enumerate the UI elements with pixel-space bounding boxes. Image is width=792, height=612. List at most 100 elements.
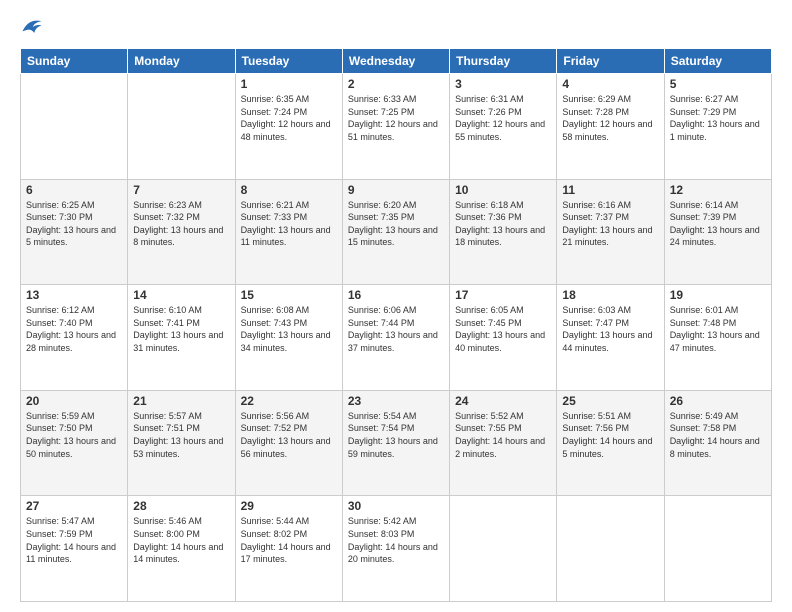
page: SundayMondayTuesdayWednesdayThursdayFrid…	[0, 0, 792, 612]
calendar-cell: 30 Sunrise: 5:42 AM Sunset: 8:03 PM Dayli…	[342, 496, 449, 602]
calendar-cell: 26Sunrise: 5:49 AM Sunset: 7:58 PM Dayli…	[664, 390, 771, 496]
calendar-table: SundayMondayTuesdayWednesdayThursdayFrid…	[20, 48, 772, 602]
day-number: 24	[455, 394, 551, 408]
day-number: 2	[348, 77, 444, 91]
day-info: Sunrise: 5:47 AM Sunset: 7:59 PM Dayligh…	[26, 515, 122, 565]
day-info: Sunrise: 6:20 AM Sunset: 7:35 PM Dayligh…	[348, 199, 444, 249]
col-header-sunday: Sunday	[21, 49, 128, 74]
calendar-cell: 14Sunrise: 6:10 AM Sunset: 7:41 PM Dayli…	[128, 285, 235, 391]
day-number: 11	[562, 183, 658, 197]
calendar-week-0: 1 Sunrise: 6:35 AM Sunset: 7:24 PM Daylig…	[21, 74, 772, 180]
day-number: 12	[670, 183, 766, 197]
day-number: 18	[562, 288, 658, 302]
day-number: 27	[26, 499, 122, 513]
day-number: 13	[26, 288, 122, 302]
calendar-cell: 21 Sunrise: 5:57 AM Sunset: 7:51 PM Dayli…	[128, 390, 235, 496]
header	[20, 16, 772, 38]
day-info: Sunrise: 6:06 AM Sunset: 7:44 PM Dayligh…	[348, 304, 444, 354]
day-number: 10	[455, 183, 551, 197]
logo	[20, 16, 43, 38]
day-info: Sunrise: 6:25 AM Sunset: 7:30 PM Dayligh…	[26, 199, 122, 249]
day-info: Sunrise: 6:21 AM Sunset: 7:33 PM Dayligh…	[241, 199, 337, 249]
calendar-week-2: 13 Sunrise: 6:12 AM Sunset: 7:40 PM Dayli…	[21, 285, 772, 391]
calendar-cell	[557, 496, 664, 602]
day-number: 3	[455, 77, 551, 91]
day-info: Sunrise: 6:14 AM Sunset: 7:39 PM Dayligh…	[670, 199, 766, 249]
day-number: 23	[348, 394, 444, 408]
col-header-wednesday: Wednesday	[342, 49, 449, 74]
day-number: 29	[241, 499, 337, 513]
calendar-cell: 1 Sunrise: 6:35 AM Sunset: 7:24 PM Daylig…	[235, 74, 342, 180]
calendar-cell: 12 Sunrise: 6:14 AM Sunset: 7:39 PM Dayli…	[664, 179, 771, 285]
day-info: Sunrise: 5:59 AM Sunset: 7:50 PM Dayligh…	[26, 410, 122, 460]
day-number: 14	[133, 288, 229, 302]
day-info: Sunrise: 6:31 AM Sunset: 7:26 PM Dayligh…	[455, 93, 551, 143]
calendar-cell: 8 Sunrise: 6:21 AM Sunset: 7:33 PM Daylig…	[235, 179, 342, 285]
day-number: 16	[348, 288, 444, 302]
day-info: Sunrise: 5:56 AM Sunset: 7:52 PM Dayligh…	[241, 410, 337, 460]
day-info: Sunrise: 6:33 AM Sunset: 7:25 PM Dayligh…	[348, 93, 444, 143]
day-info: Sunrise: 6:01 AM Sunset: 7:48 PM Dayligh…	[670, 304, 766, 354]
day-info: Sunrise: 6:35 AM Sunset: 7:24 PM Dayligh…	[241, 93, 337, 143]
day-info: Sunrise: 6:03 AM Sunset: 7:47 PM Dayligh…	[562, 304, 658, 354]
day-info: Sunrise: 6:05 AM Sunset: 7:45 PM Dayligh…	[455, 304, 551, 354]
day-info: Sunrise: 5:42 AM Sunset: 8:03 PM Dayligh…	[348, 515, 444, 565]
calendar-cell: 10 Sunrise: 6:18 AM Sunset: 7:36 PM Dayli…	[450, 179, 557, 285]
day-number: 5	[670, 77, 766, 91]
calendar-cell: 28Sunrise: 5:46 AM Sunset: 8:00 PM Dayli…	[128, 496, 235, 602]
calendar-body: 1 Sunrise: 6:35 AM Sunset: 7:24 PM Daylig…	[21, 74, 772, 602]
calendar-cell: 27 Sunrise: 5:47 AM Sunset: 7:59 PM Dayli…	[21, 496, 128, 602]
day-number: 22	[241, 394, 337, 408]
day-number: 28	[133, 499, 229, 513]
day-number: 4	[562, 77, 658, 91]
day-info: Sunrise: 5:51 AM Sunset: 7:56 PM Dayligh…	[562, 410, 658, 460]
calendar-header-row: SundayMondayTuesdayWednesdayThursdayFrid…	[21, 49, 772, 74]
calendar-cell: 19Sunrise: 6:01 AM Sunset: 7:48 PM Dayli…	[664, 285, 771, 391]
day-info: Sunrise: 5:57 AM Sunset: 7:51 PM Dayligh…	[133, 410, 229, 460]
calendar-cell: 4 Sunrise: 6:29 AM Sunset: 7:28 PM Daylig…	[557, 74, 664, 180]
day-number: 1	[241, 77, 337, 91]
calendar-week-4: 27 Sunrise: 5:47 AM Sunset: 7:59 PM Dayli…	[21, 496, 772, 602]
col-header-monday: Monday	[128, 49, 235, 74]
calendar-cell: 24 Sunrise: 5:52 AM Sunset: 7:55 PM Dayli…	[450, 390, 557, 496]
calendar-cell	[450, 496, 557, 602]
col-header-thursday: Thursday	[450, 49, 557, 74]
calendar-cell: 9Sunrise: 6:20 AM Sunset: 7:35 PM Daylig…	[342, 179, 449, 285]
calendar-cell: 17 Sunrise: 6:05 AM Sunset: 7:45 PM Dayli…	[450, 285, 557, 391]
calendar-cell	[21, 74, 128, 180]
day-number: 7	[133, 183, 229, 197]
calendar-cell: 3 Sunrise: 6:31 AM Sunset: 7:26 PM Daylig…	[450, 74, 557, 180]
logo-text-block	[20, 16, 43, 38]
calendar-cell: 2 Sunrise: 6:33 AM Sunset: 7:25 PM Daylig…	[342, 74, 449, 180]
day-info: Sunrise: 6:08 AM Sunset: 7:43 PM Dayligh…	[241, 304, 337, 354]
day-info: Sunrise: 6:16 AM Sunset: 7:37 PM Dayligh…	[562, 199, 658, 249]
calendar-cell: 11 Sunrise: 6:16 AM Sunset: 7:37 PM Dayli…	[557, 179, 664, 285]
calendar-cell: 5 Sunrise: 6:27 AM Sunset: 7:29 PM Daylig…	[664, 74, 771, 180]
day-number: 8	[241, 183, 337, 197]
day-info: Sunrise: 6:12 AM Sunset: 7:40 PM Dayligh…	[26, 304, 122, 354]
day-number: 30	[348, 499, 444, 513]
day-info: Sunrise: 6:27 AM Sunset: 7:29 PM Dayligh…	[670, 93, 766, 143]
calendar-cell: 25 Sunrise: 5:51 AM Sunset: 7:56 PM Dayli…	[557, 390, 664, 496]
day-number: 6	[26, 183, 122, 197]
calendar-cell: 23 Sunrise: 5:54 AM Sunset: 7:54 PM Dayli…	[342, 390, 449, 496]
calendar-cell: 29Sunrise: 5:44 AM Sunset: 8:02 PM Dayli…	[235, 496, 342, 602]
calendar-cell: 18 Sunrise: 6:03 AM Sunset: 7:47 PM Dayli…	[557, 285, 664, 391]
col-header-friday: Friday	[557, 49, 664, 74]
calendar-cell: 7 Sunrise: 6:23 AM Sunset: 7:32 PM Daylig…	[128, 179, 235, 285]
day-info: Sunrise: 5:54 AM Sunset: 7:54 PM Dayligh…	[348, 410, 444, 460]
day-info: Sunrise: 6:29 AM Sunset: 7:28 PM Dayligh…	[562, 93, 658, 143]
day-info: Sunrise: 6:23 AM Sunset: 7:32 PM Dayligh…	[133, 199, 229, 249]
day-info: Sunrise: 5:52 AM Sunset: 7:55 PM Dayligh…	[455, 410, 551, 460]
calendar-week-1: 6 Sunrise: 6:25 AM Sunset: 7:30 PM Daylig…	[21, 179, 772, 285]
day-number: 25	[562, 394, 658, 408]
day-number: 21	[133, 394, 229, 408]
day-info: Sunrise: 6:18 AM Sunset: 7:36 PM Dayligh…	[455, 199, 551, 249]
day-number: 17	[455, 288, 551, 302]
calendar-cell: 20Sunrise: 5:59 AM Sunset: 7:50 PM Dayli…	[21, 390, 128, 496]
calendar-cell	[664, 496, 771, 602]
day-number: 15	[241, 288, 337, 302]
calendar-week-3: 20Sunrise: 5:59 AM Sunset: 7:50 PM Dayli…	[21, 390, 772, 496]
calendar-cell	[128, 74, 235, 180]
calendar-cell: 16 Sunrise: 6:06 AM Sunset: 7:44 PM Dayli…	[342, 285, 449, 391]
